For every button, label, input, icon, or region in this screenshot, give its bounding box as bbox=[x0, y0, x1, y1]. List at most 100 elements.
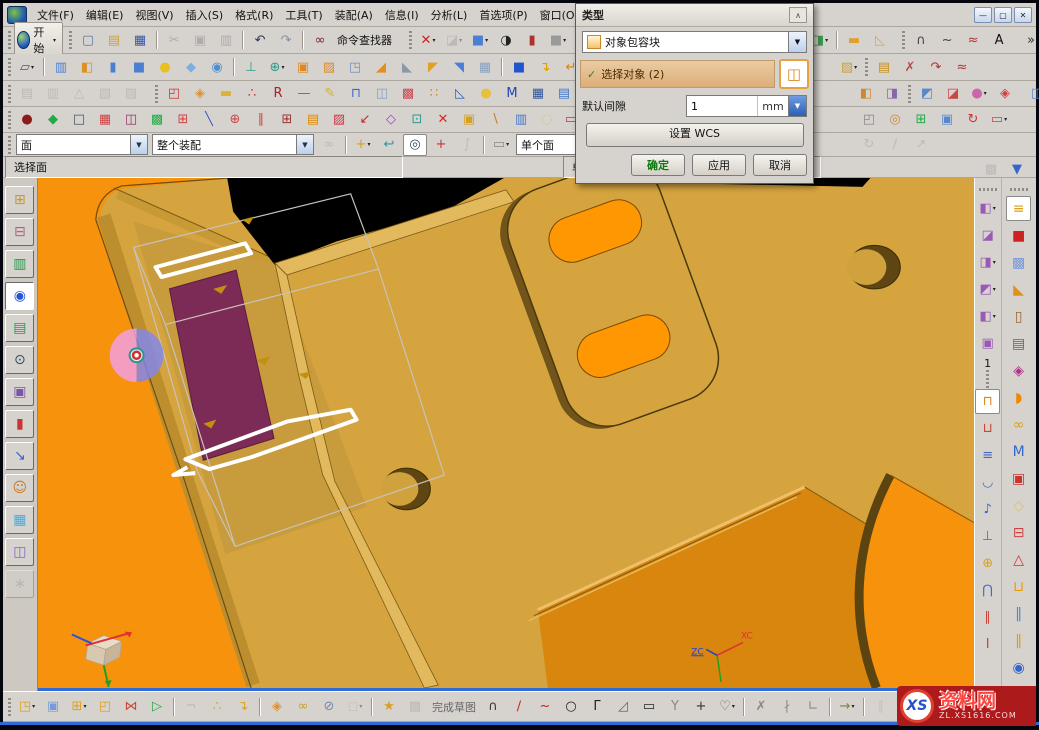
subtract-button[interactable]: ▨ bbox=[317, 56, 341, 78]
draft-analysis-button[interactable]: ◺ bbox=[448, 83, 472, 105]
bent-arrow-button[interactable]: ↩ bbox=[377, 134, 401, 156]
win-a-button[interactable]: ◰ bbox=[857, 109, 881, 131]
rectangle-button[interactable]: ▭ bbox=[637, 696, 661, 718]
menu-view[interactable]: 视图(V) bbox=[129, 5, 179, 25]
color-ball-button[interactable]: ●▾ bbox=[967, 83, 991, 105]
asm-gray-5-button[interactable]: ▨ bbox=[119, 83, 143, 105]
yellow-cube-button[interactable]: ◇ bbox=[1006, 493, 1031, 518]
constraints-button[interactable]: →▾ bbox=[835, 696, 859, 718]
save-file-button[interactable]: ▦ bbox=[128, 29, 152, 51]
ok-button[interactable]: 确定 bbox=[631, 154, 685, 176]
cancel-button[interactable]: 取消 bbox=[753, 154, 807, 176]
ellipse-button[interactable]: ♡▾ bbox=[715, 696, 739, 718]
toolbar-grip[interactable] bbox=[979, 188, 997, 191]
type-dropdown[interactable]: 对象包容块 ▼ bbox=[582, 31, 807, 53]
collapse-icon[interactable]: ∧ bbox=[789, 7, 807, 23]
swept-button[interactable]: ◉ bbox=[205, 56, 229, 78]
stamp-button[interactable]: ◈ bbox=[993, 83, 1017, 105]
selection-scope-combo[interactable]: 整个装配 ▼ bbox=[152, 134, 314, 155]
undo-button[interactable]: ↶ bbox=[248, 29, 272, 51]
shell-button[interactable]: ◳ bbox=[343, 56, 367, 78]
diag-box-button[interactable]: ▨ bbox=[327, 109, 351, 131]
broom-button[interactable]: ∖ bbox=[483, 109, 507, 131]
snapshot-button[interactable]: ◈ bbox=[188, 83, 212, 105]
paste-button[interactable]: ▥ bbox=[214, 29, 238, 51]
calculator-button[interactable]: ▦ bbox=[526, 83, 550, 105]
marquee-button[interactable]: ▭▾ bbox=[489, 134, 513, 156]
interpart-link-button[interactable]: ∞ bbox=[291, 696, 315, 718]
cylinder-button[interactable]: ▮ bbox=[101, 56, 125, 78]
move-component-button[interactable]: ◰ bbox=[93, 696, 117, 718]
sm-copy-face-button[interactable]: ◨▾ bbox=[975, 250, 1000, 275]
toolbar-grip[interactable] bbox=[8, 85, 11, 103]
highlight-button[interactable]: ● bbox=[474, 83, 498, 105]
default-gap-input[interactable] bbox=[687, 96, 757, 116]
bounding-cube-button[interactable]: ◫ bbox=[779, 59, 809, 89]
plus-grid-button[interactable]: ⊞ bbox=[275, 109, 299, 131]
boolean-button[interactable]: ⊕▾ bbox=[265, 56, 289, 78]
dim-parallel-button[interactable]: ∥ bbox=[975, 605, 1000, 630]
measure-distance-button[interactable]: ▬ bbox=[842, 29, 866, 51]
material-button[interactable]: M bbox=[500, 83, 524, 105]
true-shading-button[interactable]: ▮ bbox=[520, 29, 544, 51]
toolbar-grip[interactable] bbox=[8, 111, 11, 129]
asm-gray-1-button[interactable]: ▤ bbox=[15, 83, 39, 105]
lasso-button[interactable]: ∫ bbox=[455, 134, 479, 156]
mirror-book-button[interactable]: ◫▾ bbox=[1027, 83, 1039, 105]
sweep-face-2-button[interactable]: ◨ bbox=[880, 83, 904, 105]
curved-sheet-button[interactable]: ◗ bbox=[1006, 385, 1031, 410]
backgrounds-button[interactable]: ▦ bbox=[5, 506, 34, 534]
dim-target-button[interactable]: ⊕ bbox=[975, 551, 1000, 576]
move-handles-button[interactable]: + bbox=[429, 134, 453, 156]
sm-delete-face-button[interactable]: ◪ bbox=[975, 223, 1000, 248]
group-folder-button[interactable]: ▣ bbox=[457, 109, 481, 131]
studio-spline-button[interactable]: ≈ bbox=[961, 29, 985, 51]
menu-edit[interactable]: 编辑(E) bbox=[80, 5, 130, 25]
toolbar-grip[interactable] bbox=[902, 31, 905, 49]
info-page-button[interactable]: ▥ bbox=[509, 109, 533, 131]
reuse-library-button[interactable]: ▤ bbox=[5, 314, 34, 342]
unit-dropdown-arrow[interactable]: ▼ bbox=[788, 96, 806, 116]
visualization-button[interactable]: ▮ bbox=[5, 410, 34, 438]
green-diamond-button[interactable]: ◆ bbox=[41, 109, 65, 131]
set-wcs-button[interactable]: 设置 WCS bbox=[586, 123, 804, 147]
toolbar-grip[interactable] bbox=[986, 370, 989, 388]
parallel-lines-button[interactable]: ∥ bbox=[249, 109, 273, 131]
curve-s-button[interactable]: ≈ bbox=[950, 56, 974, 78]
measure-face-button[interactable]: — bbox=[292, 83, 316, 105]
erase-button[interactable]: ◪▾ bbox=[442, 29, 466, 51]
crosshair-button[interactable]: ⊕ bbox=[223, 109, 247, 131]
toolbar-grip[interactable] bbox=[908, 85, 911, 103]
dialog-type-group-header[interactable]: 类型 ∧ bbox=[576, 4, 813, 27]
edit-feature-button[interactable]: ▤ bbox=[872, 56, 896, 78]
sm-move-face-button[interactable]: ◧▾ bbox=[975, 196, 1000, 221]
delete-button[interactable]: ✕ bbox=[431, 109, 455, 131]
local-radius-button[interactable]: R bbox=[266, 83, 290, 105]
new-file-button[interactable]: ▢ bbox=[76, 29, 100, 51]
filter-cup-button[interactable]: ▼ bbox=[1005, 158, 1029, 180]
sweep-along-guide-button[interactable]: ↴ bbox=[533, 56, 557, 78]
select-circle-button[interactable]: ◎ bbox=[403, 134, 427, 156]
start-button[interactable]: 开始 ▾ bbox=[14, 22, 63, 58]
quick-trim-button[interactable]: ✗ bbox=[749, 696, 773, 718]
asm-gray-4-button[interactable]: ▧ bbox=[93, 83, 117, 105]
dim-z-button[interactable]: ≡ bbox=[975, 443, 1000, 468]
constraint-navigator-button[interactable]: ⊟ bbox=[5, 218, 34, 246]
hole-button[interactable]: ⊥ bbox=[239, 56, 263, 78]
examine-geometry-button[interactable]: ◫ bbox=[370, 83, 394, 105]
sketch-button[interactable]: ▱▾ bbox=[15, 56, 39, 78]
edit-display-button[interactable]: ■ bbox=[1006, 223, 1031, 248]
stamp-tool-button[interactable]: ◈ bbox=[1006, 358, 1031, 383]
toolbar-grip[interactable] bbox=[69, 31, 72, 49]
exploded-views-button[interactable]: ∴ bbox=[205, 696, 229, 718]
cylinder-pair-button[interactable]: ‖ bbox=[1006, 601, 1031, 626]
menu-insert[interactable]: 插入(S) bbox=[180, 5, 230, 25]
dim-capsule-button[interactable]: ⊓ bbox=[975, 389, 1000, 414]
selbar-binoculars-button[interactable]: ∞ bbox=[317, 134, 341, 156]
dim-capsule-2-button[interactable]: ⊔ bbox=[975, 416, 1000, 441]
cavity-u-button[interactable]: ⊔ bbox=[1006, 574, 1031, 599]
show-dof-button[interactable]: ▷ bbox=[145, 696, 169, 718]
diag-line-button[interactable]: ╲ bbox=[197, 109, 221, 131]
profile-button[interactable]: ∩ bbox=[481, 696, 505, 718]
edge-blend-button[interactable]: ◣ bbox=[395, 56, 419, 78]
